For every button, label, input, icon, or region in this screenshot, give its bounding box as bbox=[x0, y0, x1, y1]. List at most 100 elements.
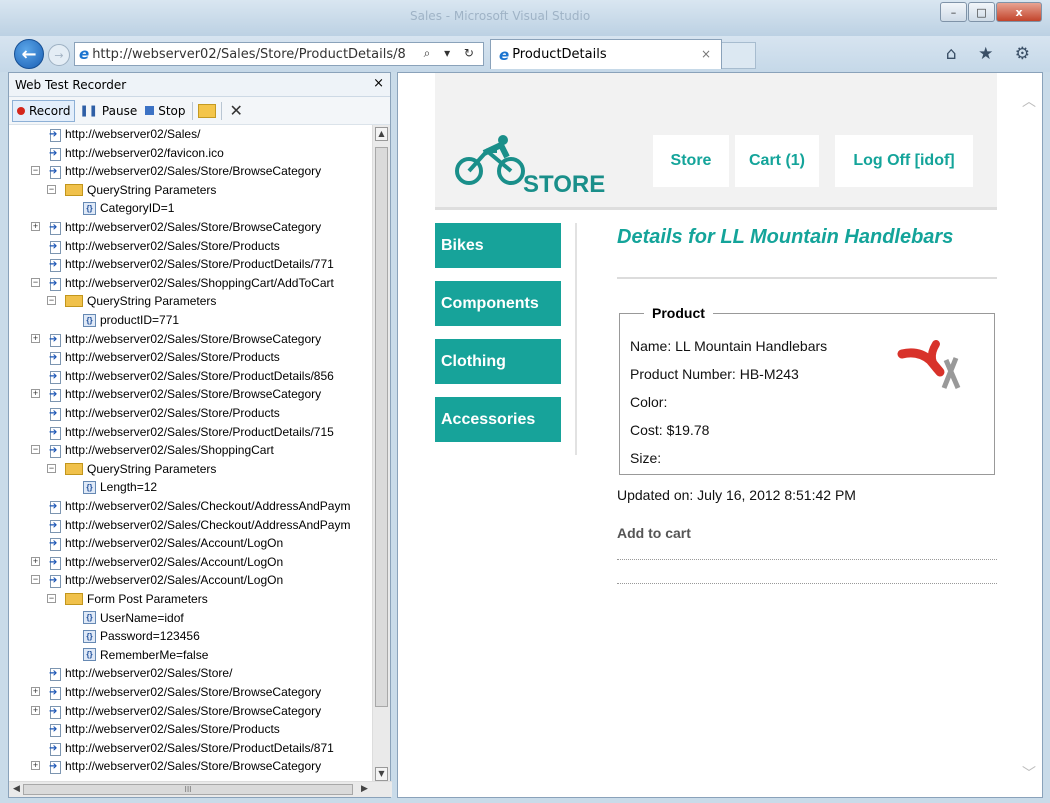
request-node[interactable]: http://webserver02/Sales/Store/Products bbox=[9, 404, 370, 422]
close-window-button[interactable]: x bbox=[996, 2, 1042, 22]
node-label: http://webserver02/Sales/Store/ bbox=[65, 666, 233, 681]
expand-icon[interactable]: + bbox=[31, 222, 40, 231]
collapse-icon[interactable]: − bbox=[47, 184, 56, 194]
parameter-folder-node[interactable]: − QueryString Parameters bbox=[9, 181, 370, 199]
browser-nav-bar: ← → e http://webserver02/Sales/Store/Pro… bbox=[0, 36, 1050, 72]
request-node[interactable]: + http://webserver02/Sales/Store/BrowseCa… bbox=[9, 385, 370, 403]
back-button[interactable]: ← bbox=[14, 39, 44, 69]
category-clothing[interactable]: Clothing bbox=[435, 339, 561, 384]
request-node[interactable]: − http://webserver02/Sales/Store/BrowseCa… bbox=[9, 162, 370, 180]
nav-store-link[interactable]: Store bbox=[653, 135, 729, 187]
scroll-right-arrow-icon[interactable]: ▶ bbox=[361, 784, 368, 794]
recorder-close-icon[interactable]: × bbox=[373, 76, 384, 91]
request-node[interactable]: http://webserver02/Sales/Store/Products bbox=[9, 348, 370, 366]
request-node[interactable]: http://webserver02/Sales/Checkout/Addres… bbox=[9, 516, 370, 534]
request-node[interactable]: http://webserver02/Sales/Store/Products bbox=[9, 720, 370, 738]
collapse-icon[interactable]: − bbox=[31, 166, 40, 176]
address-buttons[interactable]: ⌕ ▾ ↻ bbox=[424, 46, 479, 61]
request-node[interactable]: http://webserver02/Sales/Store/ bbox=[9, 664, 370, 682]
pause-label: Pause bbox=[101, 103, 138, 118]
page-scroll-down-icon[interactable]: ﹀ bbox=[1022, 763, 1036, 783]
request-node[interactable]: + http://webserver02/Sales/Store/BrowseCa… bbox=[9, 330, 370, 348]
store-logo-text[interactable]: STORE bbox=[523, 171, 605, 199]
request-icon bbox=[49, 277, 61, 291]
node-label: http://webserver02/Sales/Store/Products bbox=[65, 406, 280, 420]
request-node[interactable]: + http://webserver02/Sales/Account/LogOn bbox=[9, 553, 370, 571]
delete-request-icon[interactable]: ✕ bbox=[225, 101, 246, 120]
scroll-left-arrow-icon[interactable]: ◀ bbox=[13, 784, 20, 794]
stop-button[interactable]: Stop bbox=[141, 100, 189, 122]
store-header: STORE Store Cart (1) Log Off [idof] bbox=[435, 73, 997, 208]
node-label: http://webserver02/Sales/Store/BrowseCat… bbox=[65, 331, 322, 346]
collapse-icon[interactable]: − bbox=[31, 575, 40, 585]
tree-horizontal-scrollbar[interactable]: ◀ III ▶ bbox=[9, 781, 392, 797]
tree-vertical-scrollbar[interactable]: ▲ ▼ bbox=[372, 125, 390, 783]
request-node[interactable]: http://webserver02/Sales/Checkout/Addres… bbox=[9, 497, 370, 515]
add-comment-folder-icon[interactable] bbox=[198, 103, 217, 118]
request-node[interactable]: + http://webserver02/Sales/Store/BrowseCa… bbox=[9, 702, 370, 720]
parameter-node[interactable]: {} RememberMe=false bbox=[9, 646, 370, 664]
record-button[interactable]: Record bbox=[12, 99, 76, 122]
nav-logoff-link[interactable]: Log Off [idof] bbox=[835, 135, 973, 187]
request-node[interactable]: − http://webserver02/Sales/ShoppingCart bbox=[9, 441, 370, 459]
parameter-node[interactable]: {} UserName=idof bbox=[9, 609, 370, 627]
parameter-node[interactable]: {} productID=771 bbox=[9, 311, 370, 329]
request-node[interactable]: http://webserver02/Sales/Store/ProductDe… bbox=[9, 255, 370, 273]
scroll-up-arrow-icon[interactable]: ▲ bbox=[375, 127, 388, 141]
category-accessories[interactable]: Accessories bbox=[435, 397, 561, 442]
collapse-icon[interactable]: − bbox=[47, 594, 56, 603]
node-label: QueryString Parameters bbox=[87, 461, 217, 476]
request-node[interactable]: http://webserver02/favicon.ico bbox=[9, 144, 370, 162]
collapse-icon[interactable]: − bbox=[47, 463, 56, 473]
node-label: http://webserver02/Sales/Store/ProductDe… bbox=[65, 368, 334, 383]
request-node[interactable]: http://webserver02/Sales/Account/LogOn bbox=[9, 534, 370, 552]
request-node[interactable]: http://webserver02/Sales/ bbox=[9, 125, 370, 143]
parameter-node[interactable]: {} Password=123456 bbox=[9, 627, 370, 645]
parameter-folder-node[interactable]: − Form Post Parameters bbox=[9, 590, 370, 608]
browser-tool-icons[interactable]: ⌂ ★ ⚙ bbox=[946, 44, 1038, 64]
collapse-icon[interactable]: − bbox=[47, 296, 56, 306]
parameter-node[interactable]: {} Length=12 bbox=[9, 478, 370, 496]
scroll-thumb[interactable] bbox=[375, 147, 388, 707]
page-scroll-up-icon[interactable]: ︿ bbox=[1022, 91, 1036, 111]
request-node[interactable]: − http://webserver02/Sales/ShoppingCart/A… bbox=[9, 274, 370, 292]
scroll-down-arrow-icon[interactable]: ▼ bbox=[375, 767, 388, 781]
maximize-button[interactable]: □ bbox=[968, 2, 995, 22]
parameter-node[interactable]: {} CategoryID=1 bbox=[9, 199, 370, 217]
nav-cart-link[interactable]: Cart (1) bbox=[735, 135, 819, 187]
collapse-icon[interactable]: − bbox=[31, 445, 40, 455]
url-text[interactable]: http://webserver02/Sales/Store/ProductDe… bbox=[92, 47, 422, 62]
request-node[interactable]: http://webserver02/Sales/Store/ProductDe… bbox=[9, 423, 370, 441]
request-node[interactable]: − http://webserver02/Sales/Account/LogOn bbox=[9, 571, 370, 589]
add-to-cart-link[interactable]: Add to cart bbox=[617, 525, 691, 541]
request-node[interactable]: + http://webserver02/Sales/Store/BrowseCa… bbox=[9, 683, 370, 701]
parameter-folder-node[interactable]: − QueryString Parameters bbox=[9, 460, 370, 478]
node-label: Length=12 bbox=[100, 480, 158, 495]
node-label: RememberMe=false bbox=[100, 647, 209, 662]
category-bikes[interactable]: Bikes bbox=[435, 223, 561, 268]
expand-icon[interactable]: + bbox=[31, 761, 40, 771]
expand-icon[interactable]: + bbox=[31, 556, 40, 566]
request-node[interactable]: http://webserver02/Sales/Store/ProductDe… bbox=[9, 739, 370, 757]
forward-button[interactable]: → bbox=[48, 44, 70, 66]
expand-icon[interactable]: + bbox=[31, 333, 40, 343]
request-node[interactable]: + http://webserver02/Sales/Store/BrowseCa… bbox=[9, 757, 370, 775]
category-components[interactable]: Components bbox=[435, 281, 561, 326]
horizontal-scroll-thumb[interactable]: III bbox=[23, 784, 353, 795]
expand-icon[interactable]: + bbox=[31, 687, 40, 696]
pause-button[interactable]: ❚❚ Pause bbox=[75, 100, 141, 122]
tab-close-icon[interactable]: × bbox=[701, 47, 711, 61]
expand-icon[interactable]: + bbox=[31, 389, 40, 399]
expand-icon[interactable]: + bbox=[31, 705, 40, 715]
address-bar[interactable]: e http://webserver02/Sales/Store/Product… bbox=[74, 42, 484, 66]
parameter-folder-node[interactable]: − QueryString Parameters bbox=[9, 292, 370, 310]
folder-icon bbox=[65, 295, 83, 308]
toolbar-separator bbox=[221, 101, 223, 120]
tab-productdetails[interactable]: e ProductDetails × bbox=[490, 39, 722, 69]
collapse-icon[interactable]: − bbox=[31, 277, 40, 287]
request-node[interactable]: http://webserver02/Sales/Store/Products bbox=[9, 237, 370, 255]
minimize-button[interactable]: – bbox=[940, 2, 967, 22]
request-node[interactable]: + http://webserver02/Sales/Store/BrowseCa… bbox=[9, 218, 370, 236]
new-tab-button[interactable] bbox=[722, 42, 756, 69]
request-node[interactable]: http://webserver02/Sales/Store/ProductDe… bbox=[9, 367, 370, 385]
